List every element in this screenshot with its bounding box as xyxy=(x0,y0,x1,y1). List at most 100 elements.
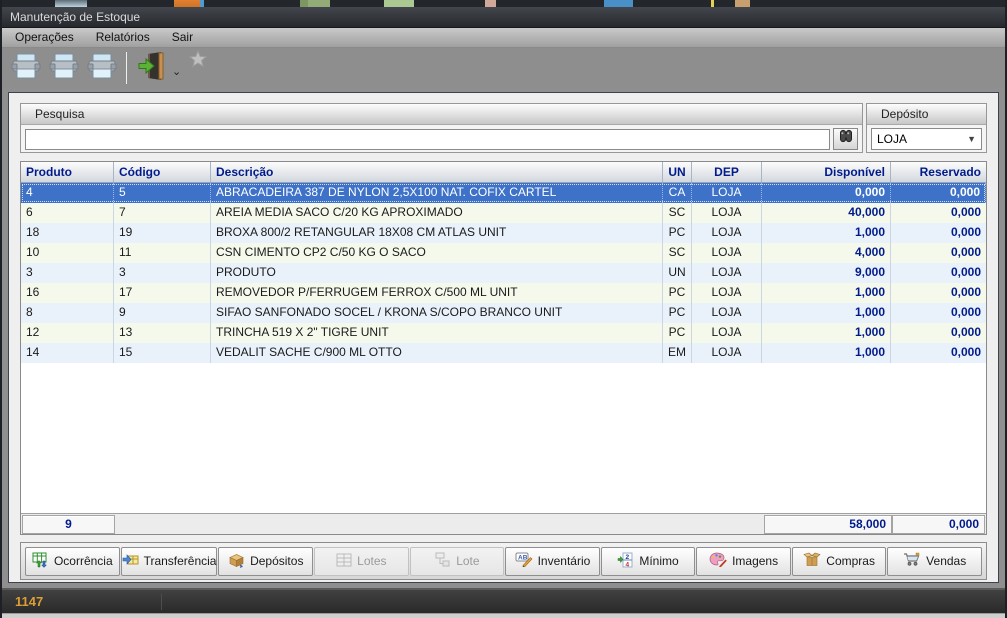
cell-codigo: 13 xyxy=(114,323,211,343)
depositos-button[interactable]: Depósitos xyxy=(218,547,313,576)
table-row[interactable]: 8 9 SIFAO SANFONADO SOCEL / KRONA S/COPO… xyxy=(21,303,986,323)
search-row: Pesquisa Depósito LOJA xyxy=(20,103,987,153)
lotes-button[interactable]: Lotes xyxy=(314,547,409,576)
desktop-icon-fragment xyxy=(384,0,414,7)
cell-reservado: 0,000 xyxy=(891,243,986,263)
warehouse-box-icon xyxy=(228,552,245,571)
search-input[interactable] xyxy=(25,129,830,150)
toolbar: ⌄ xyxy=(2,48,1005,88)
cell-disponivel: 1,000 xyxy=(762,343,891,363)
deposito-group-body: LOJA ▼ xyxy=(867,125,986,153)
title-bar: Manutenção de Estoque xyxy=(2,7,1005,28)
disponivel-total: 58,000 xyxy=(764,515,892,534)
svg-text:2: 2 xyxy=(626,554,630,561)
cell-reservado: 0,000 xyxy=(891,223,986,243)
cell-dep: LOJA xyxy=(692,303,762,323)
print-button-2[interactable] xyxy=(45,50,83,86)
exit-door-icon xyxy=(136,51,166,86)
cell-reservado: 0,000 xyxy=(891,343,986,363)
cell-un: PC xyxy=(663,283,692,303)
batches-grid-icon xyxy=(336,553,352,570)
cell-descricao: REMOVEDOR P/FERRUGEM FERROX C/500 ML UNI… xyxy=(211,283,663,303)
menu-operacoes[interactable]: Operações xyxy=(4,28,85,47)
cell-reservado: 0,000 xyxy=(891,323,986,343)
desktop-icon-fragment xyxy=(300,0,330,7)
column-header-descricao[interactable]: Descrição xyxy=(211,162,663,182)
cell-dep: LOJA xyxy=(692,183,762,203)
table-row[interactable]: 12 13 TRINCHA 519 X 2" TIGRE UNIT PC LOJ… xyxy=(21,323,986,343)
search-group-body xyxy=(21,125,862,153)
column-header-produto[interactable]: Produto xyxy=(21,162,114,182)
column-header-disponivel[interactable]: Disponível xyxy=(762,162,891,182)
imagens-button[interactable]: Imagens xyxy=(696,547,791,576)
menu-sair[interactable]: Sair xyxy=(161,28,204,47)
reservado-total: 0,000 xyxy=(892,515,985,534)
table-row[interactable]: 18 19 BROXA 800/2 RETANGULAR 18X08 CM AT… xyxy=(21,223,986,243)
cell-dep: LOJA xyxy=(692,343,762,363)
column-header-dep[interactable]: DEP xyxy=(692,162,762,182)
cell-reservado: 0,000 xyxy=(891,303,986,323)
search-button[interactable] xyxy=(833,128,858,150)
cell-un: PC xyxy=(663,223,692,243)
deposito-groupbox: Depósito LOJA ▼ xyxy=(866,103,987,153)
cell-codigo: 17 xyxy=(114,283,211,303)
cell-codigo: 3 xyxy=(114,263,211,283)
chevron-down-icon[interactable]: ⌄ xyxy=(172,65,181,78)
app-window: Manutenção de Estoque Operações Relatóri… xyxy=(0,0,1007,618)
button-label: Lotes xyxy=(357,554,386,568)
ocorrencia-button[interactable]: Ocorrência xyxy=(25,547,120,576)
desktop-icon-fragment xyxy=(735,0,750,7)
column-header-un[interactable]: UN xyxy=(663,162,692,182)
exit-button[interactable] xyxy=(132,50,170,86)
sales-cart-icon xyxy=(903,552,921,570)
print-button-3[interactable] xyxy=(83,50,121,86)
purchases-open-box-icon xyxy=(803,552,821,570)
cell-descricao: CSN CIMENTO CP2 C/50 KG O SACO xyxy=(211,243,663,263)
grid-empty-area xyxy=(21,363,986,513)
inventario-button[interactable]: AB Inventário xyxy=(505,547,600,576)
deposito-select[interactable]: LOJA ▼ xyxy=(871,128,982,150)
cell-un: UN xyxy=(663,263,692,283)
content-panel: Pesquisa Depósito LOJA xyxy=(8,92,999,583)
minimo-button[interactable]: 24 Mínimo xyxy=(601,547,696,576)
table-row[interactable]: 14 15 VEDALIT SACHE C/900 ML OTTO EM LOJ… xyxy=(21,343,986,363)
table-row[interactable]: 6 7 AREIA MEDIA SACO C/20 KG APROXIMADO … xyxy=(21,203,986,223)
cell-produto: 18 xyxy=(21,223,114,243)
menu-bar: Operações Relatórios Sair xyxy=(2,28,1005,48)
print-button-1[interactable] xyxy=(7,50,45,86)
vendas-button[interactable]: Vendas xyxy=(887,547,982,576)
cell-descricao: SIFAO SANFONADO SOCEL / KRONA S/COPO BRA… xyxy=(211,303,663,323)
cell-dep: LOJA xyxy=(692,223,762,243)
search-group-label: Pesquisa xyxy=(35,107,84,121)
cell-disponivel: 9,000 xyxy=(762,263,891,283)
cell-un: PC xyxy=(663,323,692,343)
table-row[interactable]: 4 5 ABRACADEIRA 387 DE NYLON 2,5X100 NAT… xyxy=(21,183,986,203)
cell-produto: 6 xyxy=(21,203,114,223)
row-count: 9 xyxy=(22,515,115,534)
binoculars-icon xyxy=(838,129,854,149)
grid-body: 4 5 ABRACADEIRA 387 DE NYLON 2,5X100 NAT… xyxy=(21,183,986,363)
star-icon xyxy=(189,50,207,73)
svg-text:4: 4 xyxy=(626,561,630,568)
window-bottom-edge xyxy=(2,613,1005,618)
deposito-selected-value: LOJA xyxy=(877,132,907,146)
search-group-header: Pesquisa xyxy=(21,104,862,125)
compras-button[interactable]: Compras xyxy=(792,547,887,576)
table-row[interactable]: 10 11 CSN CIMENTO CP2 C/50 KG O SACO SC … xyxy=(21,243,986,263)
cell-disponivel: 0,000 xyxy=(762,183,891,203)
status-record-count: 1147 xyxy=(15,594,43,609)
minimum-fraction-icon: 24 xyxy=(617,552,634,571)
cell-produto: 8 xyxy=(21,303,114,323)
lote-button[interactable]: Lote xyxy=(410,547,505,576)
cell-codigo: 15 xyxy=(114,343,211,363)
cell-un: CA xyxy=(663,183,692,203)
menu-relatorios[interactable]: Relatórios xyxy=(85,28,161,47)
deposito-group-header: Depósito xyxy=(867,104,986,125)
table-row[interactable]: 16 17 REMOVEDOR P/FERRUGEM FERROX C/500 … xyxy=(21,283,986,303)
column-header-codigo[interactable]: Código xyxy=(114,162,211,182)
table-row[interactable]: 3 3 PRODUTO UN LOJA 9,000 0,000 xyxy=(21,263,986,283)
column-header-reservado[interactable]: Reservado xyxy=(891,162,986,182)
cell-reservado: 0,000 xyxy=(891,283,986,303)
transferencia-button[interactable]: Transferência xyxy=(121,547,218,576)
occurrence-table-icon xyxy=(32,552,49,571)
